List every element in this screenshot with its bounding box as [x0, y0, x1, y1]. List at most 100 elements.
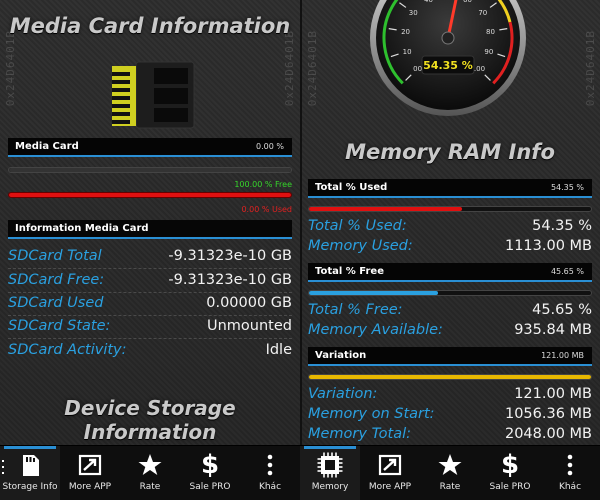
- tab-khac[interactable]: Khác: [240, 446, 300, 500]
- total-used-label: Total % Used: [315, 182, 388, 193]
- info-row-value: -9.31323e-10 GB: [168, 272, 292, 288]
- tab-label: Memory: [311, 482, 349, 492]
- gauge-tick-label: 40: [424, 0, 433, 4]
- memory-row: Variation: 121.00 MB: [308, 384, 592, 406]
- free-progress-fill: [309, 291, 438, 295]
- tab-more-app[interactable]: More APP: [60, 446, 120, 500]
- info-row-value: Unmounted: [207, 318, 292, 334]
- device-storage-title: Device Storage Information: [64, 396, 236, 444]
- watermark: 0x24D6401B: [584, 30, 597, 107]
- tab-sale-pro[interactable]: $ Sale PRO: [180, 446, 240, 500]
- tab-label: More APP: [368, 482, 412, 492]
- tab-label: More APP: [68, 482, 112, 492]
- used-progress-fill: [309, 207, 463, 211]
- memory-row-value: 935.84 MB: [514, 322, 592, 338]
- watermark: 0x24D6401B: [4, 30, 17, 107]
- used-progress-fill: [9, 193, 291, 197]
- tab-khac[interactable]: Khác: [540, 446, 600, 500]
- total-free-value: 45.65 %: [550, 267, 584, 276]
- storage-info-screen: 0x24D6401B 0x24D6401B Media Card Informa…: [0, 0, 300, 500]
- more-vertical-icon: [267, 454, 273, 476]
- tab-label: Sale PRO: [489, 482, 531, 492]
- total-used-value: 54.35 %: [550, 183, 584, 192]
- gauge-tick-label: 60: [463, 0, 472, 4]
- gauge-value: 54.35 %: [423, 59, 473, 72]
- star-icon: [438, 454, 462, 475]
- info-row-value: 0.00000 GB: [206, 295, 292, 311]
- memory-row-value: 45.65 %: [532, 302, 592, 318]
- tab-memory[interactable]: Memory: [300, 446, 360, 500]
- info-row: SDCard State: Unmounted: [8, 316, 292, 339]
- gauge-tick-label: 30: [409, 9, 418, 17]
- tab-label: Rate: [439, 482, 461, 492]
- memory-row-value: 1113.00 MB: [504, 238, 592, 254]
- memory-row-value: 2048.00 MB: [504, 426, 592, 442]
- memory-row-key: Memory Total:: [308, 426, 412, 442]
- tab-label: Sale PRO: [189, 482, 231, 492]
- more-vertical-icon: [567, 454, 573, 476]
- memory-row: Memory Used: 1113.00 MB: [308, 236, 592, 258]
- star-icon: [138, 454, 162, 475]
- information-media-card-label: Information Media Card: [15, 223, 149, 234]
- media-card-bar: Media Card 0.00 %: [8, 138, 292, 157]
- used-percent-note: 0.00 % Used: [241, 205, 292, 214]
- memory-row-key: Memory Available:: [308, 322, 443, 338]
- total-used-bar: Total % Used 54.35 %: [308, 179, 592, 198]
- gauge-tick-label: 80: [486, 28, 495, 36]
- memory-gauge: 00102030405060708090100 54.35 %: [370, 0, 526, 116]
- used-progress-track: [308, 206, 592, 212]
- free-percent-note: 100.00 % Free: [234, 180, 292, 189]
- memory-row-key: Memory on Start:: [308, 406, 435, 422]
- variation-label: Variation: [315, 350, 367, 361]
- tab-label: Khác: [258, 482, 282, 492]
- memory-row-value: 121.00 MB: [514, 386, 592, 402]
- bottom-tab-bar: Storage Info More APP Rate $ Sale PRO Kh…: [0, 445, 300, 500]
- memory-row: Memory Available: 935.84 MB: [308, 320, 592, 342]
- variation-value: 121.00 MB: [541, 351, 584, 360]
- info-row: SDCard Activity: Idle: [8, 340, 292, 362]
- info-row: SDCard Total -9.31323e-10 GB: [8, 246, 292, 269]
- memory-ram-title: Memory RAM Info: [345, 140, 555, 164]
- watermark: 0x24D6401B: [306, 30, 319, 107]
- sdcard-icon: [112, 61, 195, 129]
- tab-label: Khác: [558, 482, 582, 492]
- memory-row: Memory on Start: 1056.36 MB: [308, 404, 592, 426]
- dollar-icon: $: [200, 450, 220, 480]
- tab-rate[interactable]: Rate: [120, 446, 180, 500]
- gauge-tick-label: 20: [401, 28, 410, 36]
- media-card-label: Media Card: [15, 141, 79, 152]
- info-row-value: Idle: [265, 342, 292, 358]
- memory-row-key: Total % Free:: [308, 302, 403, 318]
- watermark: 0x24D6401B: [283, 30, 296, 107]
- total-free-label: Total % Free: [315, 266, 384, 277]
- media-card-title: Media Card Information: [9, 14, 291, 38]
- chip-icon: [317, 452, 343, 478]
- tab-storage-info[interactable]: Storage Info: [0, 446, 60, 500]
- tab-label: Rate: [139, 482, 161, 492]
- dollar-icon: $: [500, 450, 520, 480]
- used-progress-track: [8, 192, 292, 198]
- gauge-tick-label: 10: [403, 48, 412, 56]
- share-icon: [378, 454, 402, 476]
- memory-row: Total % Used: 54.35 %: [308, 216, 592, 238]
- memory-row: Memory Total: 2048.00 MB: [308, 424, 592, 446]
- share-icon: [78, 454, 102, 476]
- info-row-key: SDCard Free:: [8, 272, 105, 288]
- tab-label: Storage Info: [2, 482, 58, 492]
- gauge-tick-label: 70: [478, 9, 487, 17]
- variation-progress-track: [308, 374, 592, 380]
- tab-sale-pro[interactable]: $ Sale PRO: [480, 446, 540, 500]
- memory-row-key: Variation:: [308, 386, 378, 402]
- info-row-key: SDCard Activity:: [8, 342, 127, 358]
- memory-row-value: 1056.36 MB: [504, 406, 592, 422]
- memory-row-key: Total % Used:: [308, 218, 407, 234]
- tab-more-app[interactable]: More APP: [360, 446, 420, 500]
- free-progress-track: [8, 167, 292, 173]
- sdcard-icon: [2, 455, 39, 476]
- info-row-key: SDCard Used: [8, 295, 104, 311]
- memory-row: Total % Free: 45.65 %: [308, 300, 592, 322]
- info-row: SDCard Free: -9.31323e-10 GB: [8, 270, 292, 293]
- information-media-card-bar: Information Media Card: [8, 220, 292, 239]
- tab-rate[interactable]: Rate: [420, 446, 480, 500]
- gauge-tick-label: 00: [413, 65, 422, 73]
